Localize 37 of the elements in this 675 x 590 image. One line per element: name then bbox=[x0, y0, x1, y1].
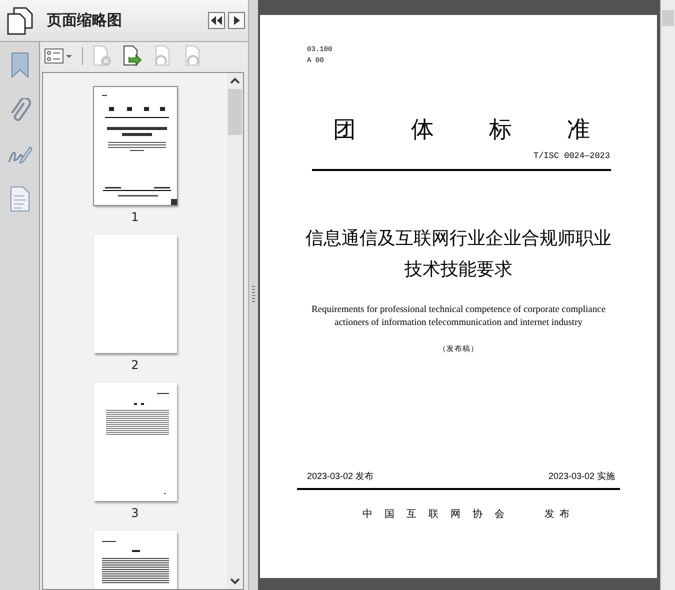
insert-page-icon bbox=[121, 45, 143, 67]
next-button[interactable] bbox=[228, 12, 245, 29]
effective-date: 2023-03-02 实施 bbox=[548, 470, 615, 483]
options-tool-button[interactable] bbox=[44, 47, 74, 65]
bookmark-icon[interactable] bbox=[10, 52, 30, 78]
page-thumbnail[interactable] bbox=[94, 235, 176, 353]
issuer-name: 中国互联网协会 bbox=[362, 508, 516, 520]
english-title: Requirements for professional technical competence of corporate compliance bbox=[310, 304, 607, 317]
right-arrow-icon bbox=[234, 16, 240, 25]
scrollbar[interactable] bbox=[227, 73, 243, 589]
issuer-action: 发布 bbox=[544, 508, 574, 520]
publish-date: 2023-03-02 发布 bbox=[307, 470, 374, 483]
insert-tool-button[interactable] bbox=[121, 45, 143, 67]
double-left-arrow-icon bbox=[211, 16, 222, 25]
scroll-thumb[interactable] bbox=[228, 89, 242, 135]
standard-heading: 团体标准 bbox=[333, 115, 646, 143]
collapse-button[interactable] bbox=[208, 12, 225, 29]
page-thumbnail[interactable] bbox=[94, 383, 176, 501]
paperclip-icon[interactable] bbox=[8, 98, 30, 124]
options-icon bbox=[44, 47, 74, 65]
delete-page-icon bbox=[91, 45, 113, 67]
page-number: 3 bbox=[131, 506, 139, 522]
scroll-thumb[interactable] bbox=[662, 10, 674, 26]
panel-title: 页面缩略图 bbox=[47, 11, 123, 30]
signature-icon[interactable] bbox=[6, 144, 32, 166]
splitter-handle[interactable] bbox=[248, 0, 258, 590]
pages-icon[interactable] bbox=[7, 6, 33, 34]
scrollbar[interactable] bbox=[660, 0, 675, 590]
page-number: 2 bbox=[131, 358, 139, 374]
english-title: actioners of information telecommunication and internet industry bbox=[334, 317, 584, 330]
document-title: 技术技能要求 bbox=[404, 258, 514, 281]
standard-number: T/ISC 0024—2023 bbox=[533, 151, 610, 161]
document-title: 信息通信及互联网行业企业合规师职业 bbox=[304, 227, 612, 250]
document-icon[interactable] bbox=[10, 186, 30, 212]
page-number: 1 bbox=[131, 210, 139, 226]
page-thumbnail[interactable] bbox=[94, 87, 176, 205]
resize-handle[interactable] bbox=[170, 199, 176, 205]
